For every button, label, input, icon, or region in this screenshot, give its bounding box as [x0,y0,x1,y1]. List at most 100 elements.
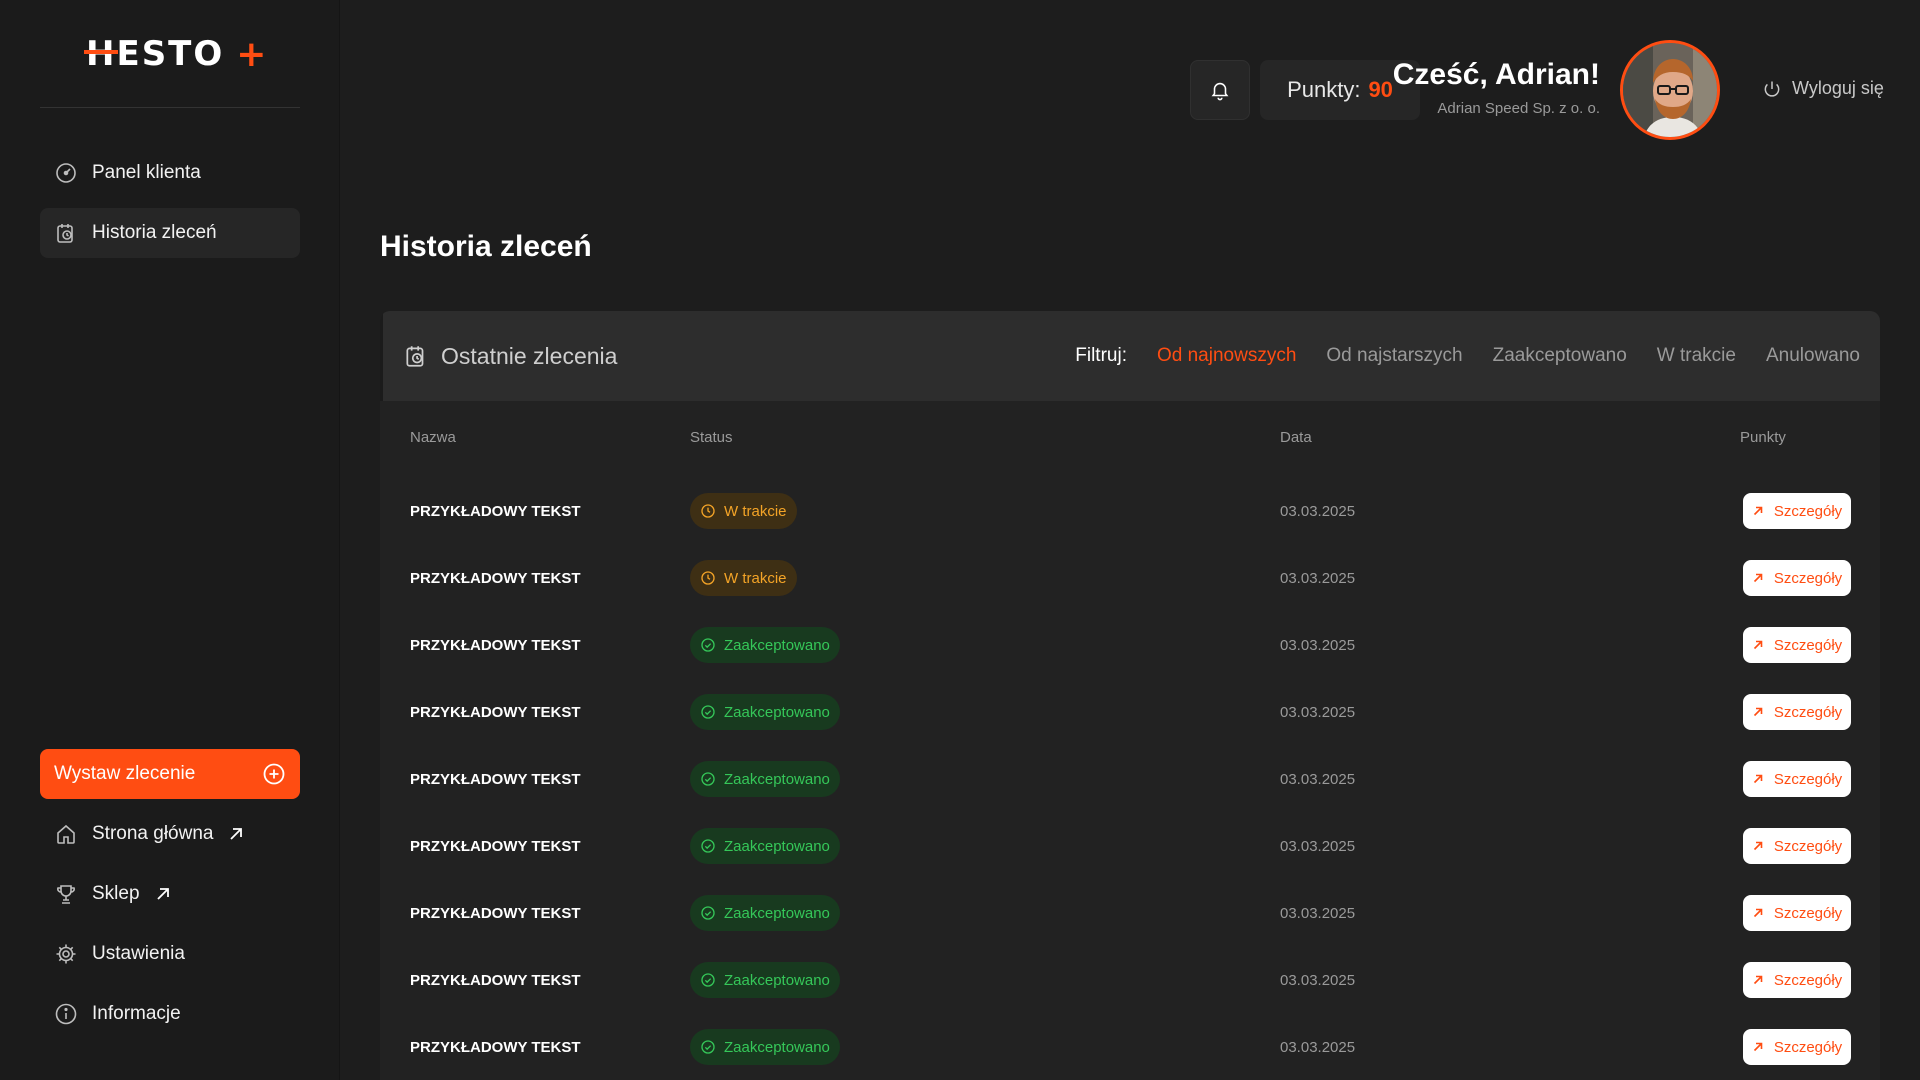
arrow-up-right-icon [1752,840,1764,852]
sidebar-item-label: Informacje [92,1003,181,1024]
order-name: PRZYKŁADOWY TEKST [410,1039,581,1056]
order-date: 03.03.2025 [1280,972,1356,989]
status-label: W trakcie [724,569,787,587]
status-label: Zaakceptowano [724,636,830,654]
arrow-up-right-icon [1752,639,1764,651]
notifications-button[interactable] [1190,60,1250,120]
sidebar-item-strona-glowna[interactable]: Strona główna [40,809,300,859]
table-row: PRZYKŁADOWY TEKST Zaakceptowano 03.03.2025… [380,895,1880,935]
details-label: Szczegóły [1773,971,1843,989]
logout-button[interactable]: Wyloguj się [1762,78,1884,99]
history-icon [54,221,78,245]
external-link-icon [154,885,172,903]
info-icon [54,1002,78,1026]
check-circle-icon [700,637,716,653]
details-button[interactable]: Szczegóły [1743,895,1851,931]
filter-oldest[interactable]: Od najstarszych [1326,345,1462,367]
details-button[interactable]: Szczegóły [1743,761,1851,797]
details-label: Szczegóły [1773,904,1843,922]
status-badge: Zaakceptowano [690,761,840,797]
sidebar-item-historia-zlecen[interactable]: Historia zleceń [40,208,300,258]
arrow-up-right-icon [1752,907,1764,919]
table-row: PRZYKŁADOWY TEKST W trakcie 03.03.2025 Szcz… [380,493,1880,533]
home-icon [54,822,78,846]
sidebar-item-label: Panel klienta [92,162,201,183]
filter-cancelled[interactable]: Anulowano [1766,345,1860,367]
details-button[interactable]: Szczegóły [1743,694,1851,730]
points-value: 90 [1368,77,1393,102]
order-name: PRZYKŁADOWY TEKST [410,704,581,721]
check-circle-icon [700,838,716,854]
details-label: Szczegóły [1773,703,1843,721]
details-button[interactable]: Szczegóły [1743,560,1851,596]
trophy-icon [54,882,78,906]
details-label: Szczegóły [1773,770,1843,788]
order-date: 03.03.2025 [1280,838,1356,855]
table-row: PRZYKŁADOWY TEKST Zaakceptowano 03.03.2025… [380,962,1880,1002]
order-date: 03.03.2025 [1280,637,1356,654]
table-row: PRZYKŁADOWY TEKST Zaakceptowano 03.03.2025… [380,694,1880,734]
details-label: Szczegóły [1773,1038,1843,1056]
greeting-text: Cześć, Adrian! [1392,58,1600,91]
sidebar-item-label: Ustawienia [92,943,185,964]
details-label: Szczegóły [1773,636,1843,654]
status-badge: Zaakceptowano [690,895,840,931]
logo[interactable]: H ESTO + [83,34,268,75]
filter-in-progress[interactable]: W trakcie [1657,345,1736,367]
plus-circle-icon [262,762,286,786]
column-header-status: Status [690,429,733,446]
table-row: PRZYKŁADOWY TEKST Zaakceptowano 03.03.2025… [380,1029,1880,1069]
table-row: PRZYKŁADOWY TEKST W trakcie 03.03.2025 Szcz… [380,560,1880,600]
details-button[interactable]: Szczegóły [1743,627,1851,663]
user-greeting: Cześć, Adrian! Adrian Speed Sp. z o. o. [1393,58,1600,117]
filter-bar: Filtruj: Od najnowszych Od najstarszych … [1075,345,1860,367]
orders-card: Ostatnie zlecenia Filtruj: Od najnowszyc… [380,311,1880,1080]
details-button[interactable]: Szczegóły [1743,1029,1851,1065]
check-circle-icon [700,905,716,921]
table-row: PRZYKŁADOWY TEKST Zaakceptowano 03.03.2025… [380,828,1880,868]
arrow-up-right-icon [1752,974,1764,986]
points-label: Punkty: [1287,77,1361,102]
power-icon [1762,79,1782,99]
order-date: 03.03.2025 [1280,905,1356,922]
column-header-name: Nazwa [410,429,456,446]
order-date: 03.03.2025 [1280,1039,1356,1056]
status-label: Zaakceptowano [724,971,830,989]
card-title: Ostatnie zlecenia [441,342,618,369]
sidebar-item-panel-klienta[interactable]: Panel klienta [40,148,300,198]
status-label: Zaakceptowano [724,837,830,855]
check-circle-icon [700,771,716,787]
sidebar-item-ustawienia[interactable]: Ustawienia [40,929,300,979]
details-label: Szczegóły [1773,502,1843,520]
page-title: Historia zleceń [380,230,592,263]
status-label: W trakcie [724,502,787,520]
avatar[interactable] [1620,40,1720,140]
filter-label: Filtruj: [1075,345,1127,366]
order-name: PRZYKŁADOWY TEKST [410,838,581,855]
table-header: Nazwa Status Data Punkty [380,429,1880,453]
new-order-button[interactable]: Wystaw zlecenie [40,749,300,799]
table-row: PRZYKŁADOWY TEKST Zaakceptowano 03.03.2025… [380,627,1880,667]
status-label: Zaakceptowano [724,703,830,721]
logo-letter: H [83,34,119,74]
arrow-up-right-icon [1752,572,1764,584]
status-badge: Zaakceptowano [690,1029,840,1065]
status-badge: Zaakceptowano [690,828,840,864]
sidebar-item-sklep[interactable]: Sklep [40,869,300,919]
details-button[interactable]: Szczegóły [1743,962,1851,998]
order-name: PRZYKŁADOWY TEKST [410,637,581,654]
details-button[interactable]: Szczegóły [1743,828,1851,864]
order-date: 03.03.2025 [1280,503,1356,520]
order-name: PRZYKŁADOWY TEKST [410,771,581,788]
arrow-up-right-icon [1752,773,1764,785]
details-button[interactable]: Szczegóły [1743,493,1851,529]
status-label: Zaakceptowano [724,904,830,922]
sidebar-item-informacje[interactable]: Informacje [40,989,300,1039]
sidebar-item-label: Historia zleceń [92,222,217,243]
new-order-label: Wystaw zlecenie [54,763,196,784]
column-header-points: Punkty [1740,429,1786,446]
filter-newest[interactable]: Od najnowszych [1157,345,1296,367]
arrow-up-right-icon [1752,706,1764,718]
sidebar-item-label: Sklep [92,883,140,904]
filter-accepted[interactable]: Zaakceptowano [1493,345,1627,367]
